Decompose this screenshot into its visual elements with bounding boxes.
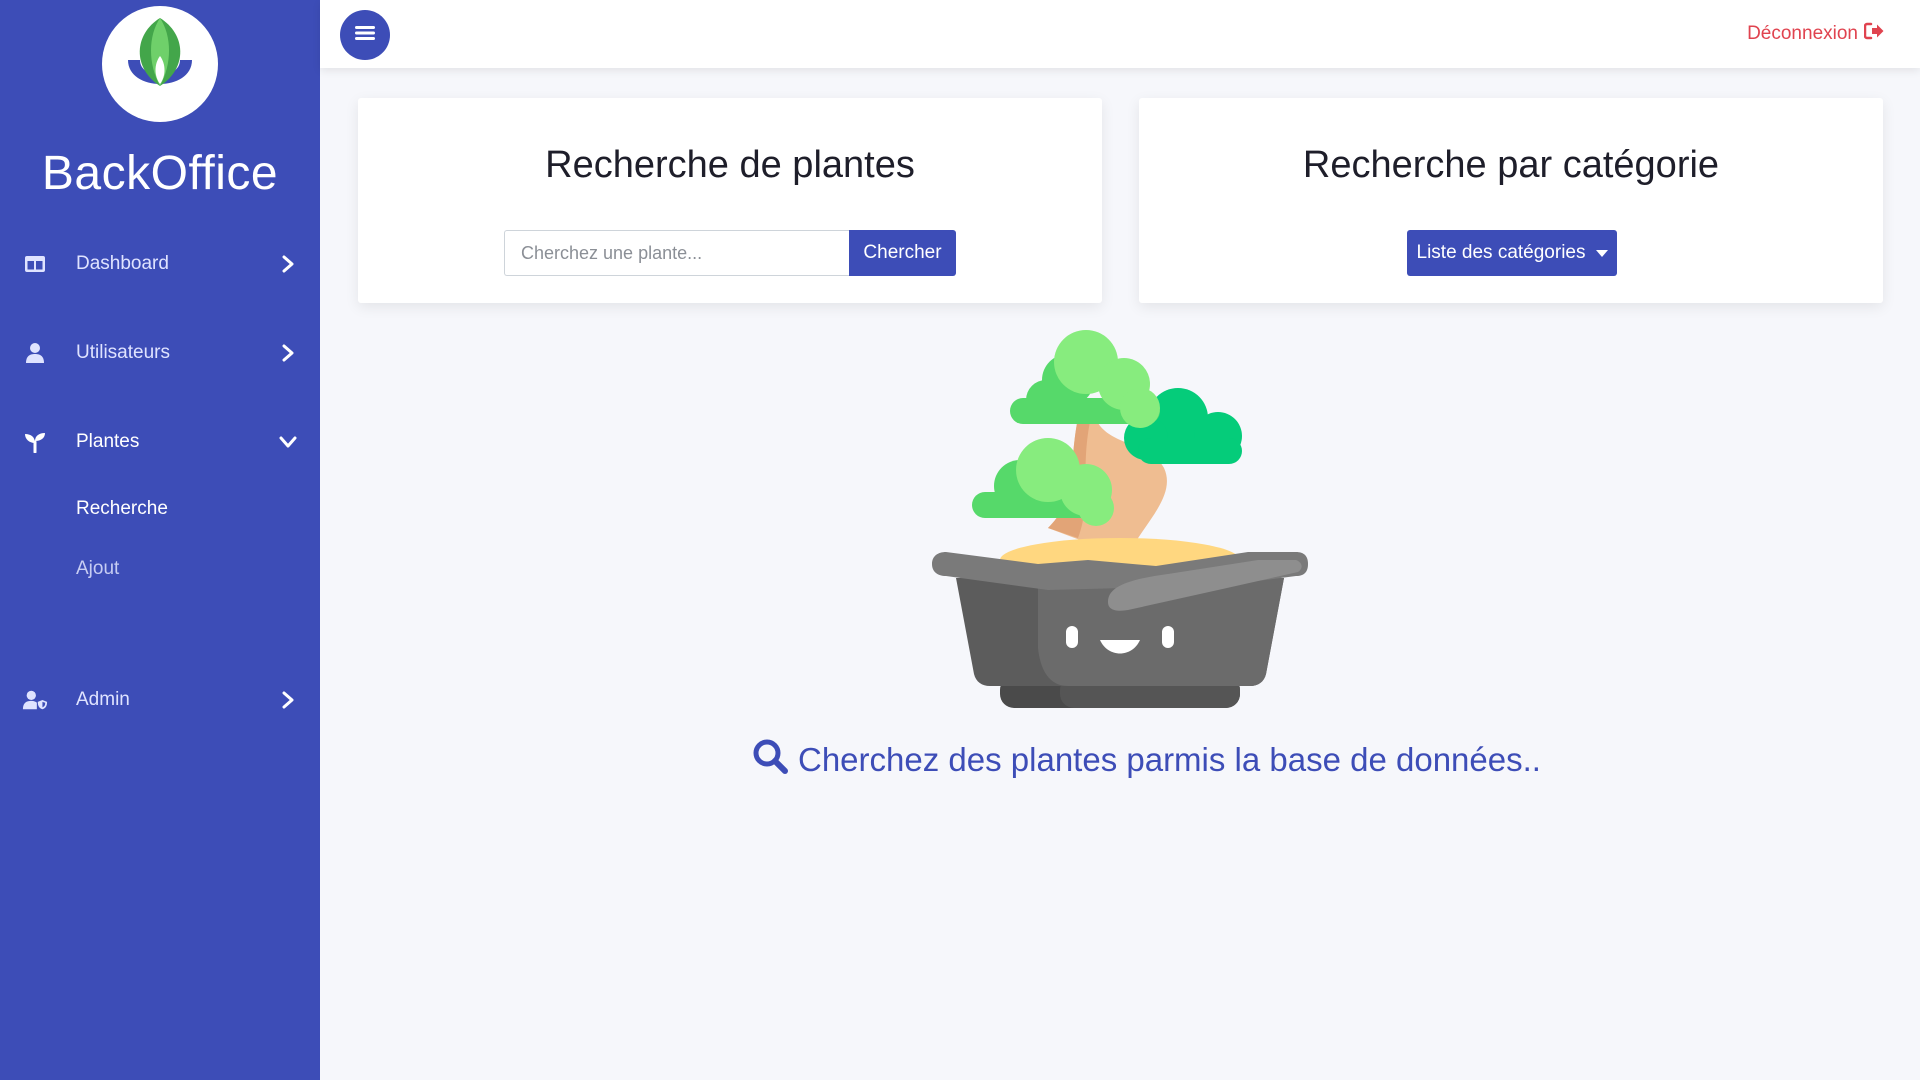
sidebar-item-dashboard[interactable]: Dashboard	[0, 234, 320, 294]
plant-search-card: Recherche de plantes Chercher	[358, 98, 1102, 303]
menu-toggle-button[interactable]	[340, 10, 390, 60]
chevron-right-icon	[278, 690, 298, 710]
logout-link[interactable]: Déconnexion	[1747, 22, 1884, 46]
logo	[102, 6, 218, 122]
sidebar-item-plantes[interactable]: Plantes	[0, 412, 320, 472]
sidebar-item-admin[interactable]: Admin	[0, 670, 320, 730]
plant-search-input[interactable]	[504, 230, 849, 276]
sidebar-item-label: Dashboard	[76, 253, 169, 274]
sidebar-subitem-recherche[interactable]: Recherche	[76, 498, 168, 520]
chevron-right-icon	[278, 343, 298, 363]
dropdown-label: Liste des catégories	[1416, 242, 1586, 263]
bonsai-pot-illustration	[928, 328, 1312, 714]
search-icon	[752, 738, 788, 782]
empty-state-message: Cherchez des plantes parmis la base de d…	[752, 736, 1541, 784]
user-shield-icon	[22, 687, 48, 713]
logout-label: Déconnexion	[1747, 23, 1858, 44]
sidebar-item-label: Plantes	[76, 431, 140, 452]
card-title: Recherche de plantes	[545, 144, 915, 186]
search-button[interactable]: Chercher	[849, 230, 956, 276]
sidebar-item-label: Utilisateurs	[76, 342, 170, 363]
table-icon	[22, 251, 48, 277]
search-group: Chercher	[504, 230, 956, 276]
sign-out-icon	[1863, 22, 1884, 46]
user-icon	[22, 340, 48, 366]
category-dropdown-button[interactable]: Liste des catégories	[1407, 230, 1617, 276]
brand-title: BackOffice	[41, 147, 279, 200]
sidebar-item-label: Admin	[76, 689, 130, 710]
chevron-down-icon	[278, 432, 298, 452]
sidebar-item-utilisateurs[interactable]: Utilisateurs	[0, 323, 320, 383]
hamburger-icon	[355, 25, 375, 46]
seedling-icon	[22, 429, 48, 455]
caret-down-icon	[1595, 249, 1608, 257]
category-search-card: Recherche par catégorie Liste des catégo…	[1139, 98, 1883, 303]
sidebar: BackOffice Dashboard Utilisateurs Plante…	[0, 0, 320, 1080]
empty-state-text: Cherchez des plantes parmis la base de d…	[798, 741, 1541, 778]
chevron-right-icon	[278, 254, 298, 274]
sidebar-subitem-ajout[interactable]: Ajout	[76, 558, 119, 580]
card-title: Recherche par catégorie	[1302, 144, 1720, 186]
topbar: Déconnexion	[320, 0, 1920, 68]
